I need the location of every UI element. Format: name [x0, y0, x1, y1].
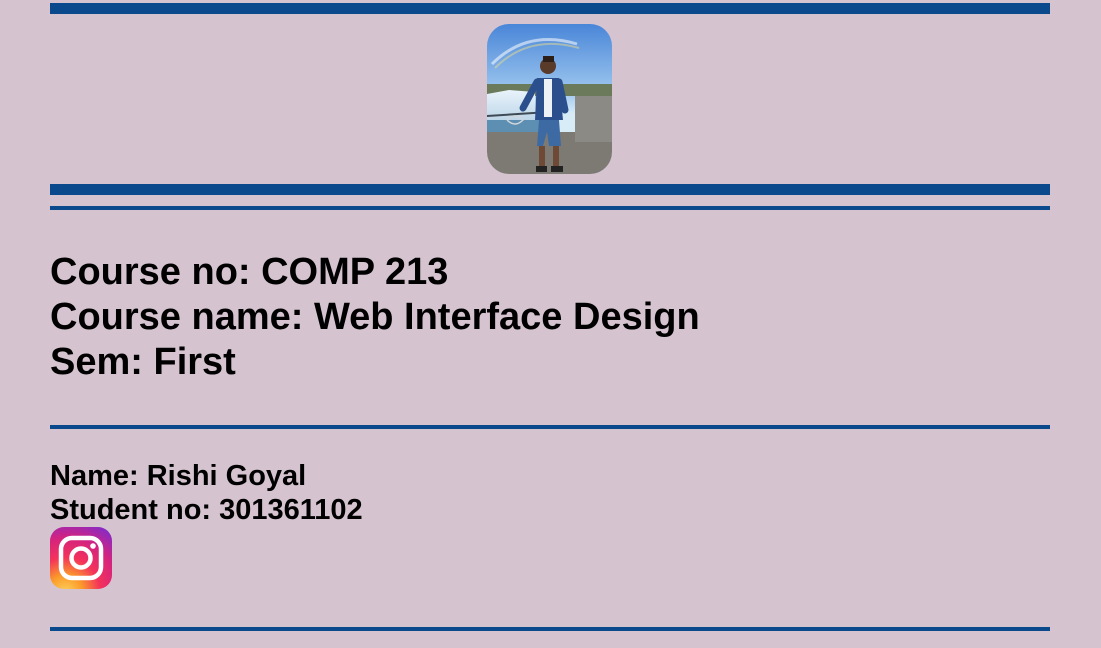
divider	[50, 627, 1050, 631]
student-number: Student no: 301361102	[50, 494, 363, 526]
divider	[50, 425, 1050, 429]
divider	[50, 206, 1050, 210]
student-info: Name: Rishi Goyal Student no: 301361102	[50, 459, 363, 527]
student-name: Name: Rishi Goyal	[50, 460, 307, 492]
course-name: Course name: Web Interface Design	[50, 296, 700, 338]
instagram-link[interactable]	[50, 527, 112, 589]
course-info: Course no: COMP 213 Course name: Web Int…	[50, 250, 700, 385]
photo-bottom-accent-bar	[50, 184, 1050, 195]
instagram-icon	[50, 527, 112, 589]
semester: Sem: First	[50, 341, 236, 383]
course-number: Course no: COMP 213	[50, 251, 449, 293]
profile-photo	[487, 24, 612, 174]
top-accent-bar	[50, 3, 1050, 14]
